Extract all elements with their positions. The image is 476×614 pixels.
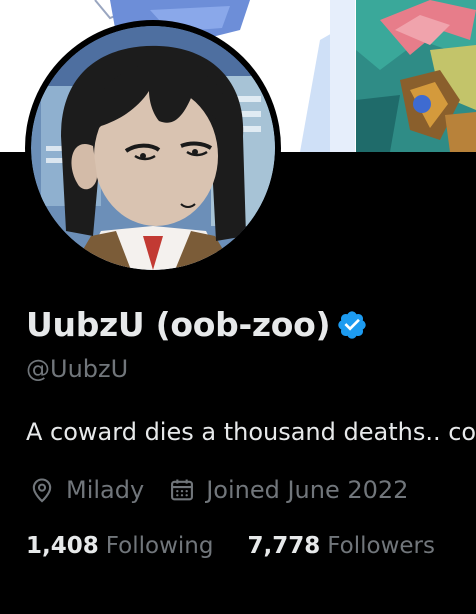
follow-stats: 1,408 Following 7,778 Followers <box>26 533 435 559</box>
following-label: Following <box>105 533 214 559</box>
profile-bio: A coward dies a thousand deaths.. co <box>26 418 476 446</box>
followers-link[interactable]: 7,778 Followers <box>247 533 435 559</box>
following-count: 1,408 <box>26 533 99 559</box>
display-name-row: UubzU (oob-zoo) <box>26 305 368 344</box>
user-handle: @UubzU <box>26 355 129 383</box>
avatar[interactable] <box>25 20 281 276</box>
following-link[interactable]: 1,408 Following <box>26 533 213 559</box>
verified-badge-icon[interactable] <box>336 309 368 341</box>
joined-item: Joined June 2022 <box>168 476 408 504</box>
profile-meta: Milady Joined June 2022 <box>28 476 408 504</box>
display-name: UubzU (oob-zoo) <box>26 305 331 344</box>
followers-label: Followers <box>327 533 435 559</box>
location-text: Milady <box>66 476 145 504</box>
location-pin-icon <box>28 476 56 504</box>
avatar-image <box>31 26 275 270</box>
followers-count: 7,778 <box>247 533 321 559</box>
joined-date-text: Joined June 2022 <box>206 476 409 504</box>
location-item: Milady <box>28 476 144 504</box>
calendar-icon <box>168 476 196 504</box>
